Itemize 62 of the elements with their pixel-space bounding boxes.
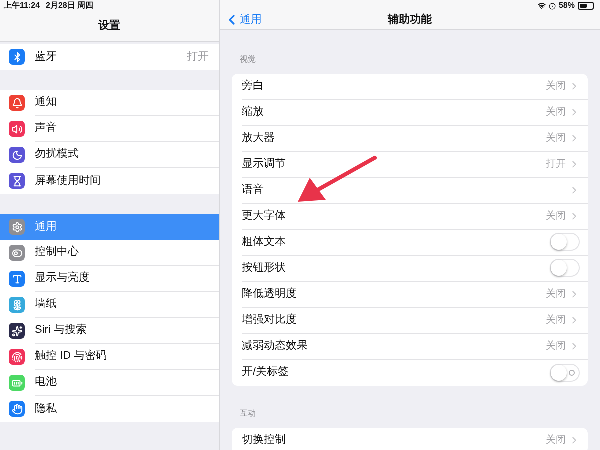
toggle-switch[interactable] [550, 364, 580, 382]
settings-row[interactable]: 降低透明度 关闭 [232, 282, 588, 308]
status-time: 上午11:24 [4, 0, 40, 12]
row-label: 放大器 [242, 130, 275, 146]
row-label: 粗体文本 [242, 234, 286, 250]
row-value: 关闭 [546, 434, 566, 448]
settings-row[interactable]: 缩放 关闭 [232, 100, 588, 126]
status-date: 2月28日 周四 [46, 0, 94, 12]
settings-row[interactable]: 更大字体 关闭 [232, 204, 588, 230]
item-label: 通用 [35, 220, 57, 235]
toggle-switch[interactable] [550, 259, 580, 277]
settings-row[interactable]: 旁白 关闭 [232, 74, 588, 100]
battery-percent: 58% [558, 0, 575, 12]
item-label: 墙纸 [35, 297, 57, 312]
row-value: 关闭 [546, 106, 566, 120]
wifi-icon [538, 2, 546, 10]
page-title: 辅助功能 [388, 12, 432, 28]
row-value: 打开 [546, 158, 566, 172]
row-value: 关闭 [546, 314, 566, 328]
row-value: 关闭 [546, 340, 566, 354]
settings-row[interactable]: 放大器 关闭 [232, 126, 588, 152]
row-value: 关闭 [546, 132, 566, 146]
settings-row[interactable]: 减弱动态效果 关闭 [232, 334, 588, 360]
item-label: 声音 [35, 120, 57, 136]
item-label: 电池 [35, 375, 57, 390]
back-button[interactable]: 通用 [224, 12, 262, 28]
sidebar-title: 设置 [98, 18, 120, 34]
lock-rotation-icon [548, 2, 556, 10]
item-label: 隐私 [35, 402, 57, 417]
settings-row[interactable]: 增强对比度 关闭 [232, 308, 588, 334]
settings-row[interactable]: 切换控制 关闭 [232, 428, 588, 450]
item-label: 触控 ID 与密码 [35, 348, 108, 364]
row-label: 更大字体 [242, 208, 286, 224]
settings-row[interactable]: 粗体文本 [232, 230, 588, 256]
item-label: Siri 与搜索 [35, 322, 87, 338]
row-label: 显示调节 [242, 156, 286, 172]
item-label: 通知 [35, 94, 57, 110]
item-label: 勿扰模式 [35, 147, 79, 162]
row-value: 关闭 [546, 210, 566, 224]
settings-row[interactable]: 开/关标签 [232, 360, 588, 386]
item-label: 蓝牙 [35, 50, 57, 65]
row-label: 减弱动态效果 [242, 338, 308, 354]
row-label: 切换控制 [242, 433, 286, 448]
row-label: 旁白 [242, 78, 264, 94]
row-label: 按钮形状 [242, 260, 286, 276]
settings-row[interactable]: 显示调节 打开 [232, 152, 588, 178]
row-value: 关闭 [546, 288, 566, 302]
row-value: 关闭 [546, 80, 566, 94]
row-label: 增强对比度 [242, 312, 297, 328]
item-label: 显示与亮度 [35, 270, 90, 286]
battery-icon [578, 2, 594, 10]
toggle-switch[interactable] [550, 233, 580, 251]
row-label: 缩放 [242, 104, 264, 120]
row-label: 开/关标签 [242, 364, 290, 380]
row-label: 语音 [242, 182, 264, 198]
item-label: 屏幕使用时间 [35, 174, 101, 189]
section-header: 视觉 [240, 54, 256, 64]
item-label: 控制中心 [35, 244, 79, 260]
item-value: 打开 [187, 50, 209, 65]
row-label: 降低透明度 [242, 286, 297, 302]
settings-row[interactable]: 按钮形状 [232, 256, 588, 282]
section-header: 互动 [240, 408, 256, 418]
